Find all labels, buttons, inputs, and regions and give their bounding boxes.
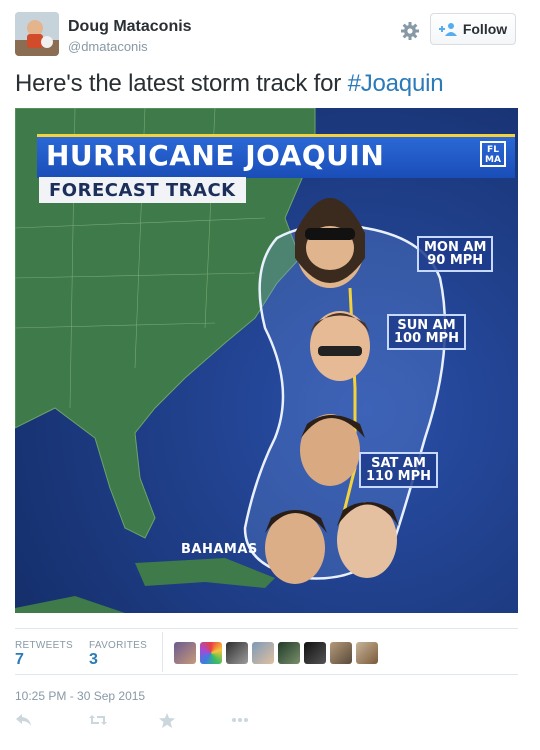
graphic-title: HURRICANE JOAQUIN	[46, 139, 385, 172]
favorite-star-icon[interactable]	[159, 713, 175, 733]
favoriter-avatar[interactable]	[200, 642, 222, 664]
follow-button-label: Follow	[462, 21, 508, 37]
retweets-label: RETWEETS	[15, 640, 73, 651]
favoriters-avatars	[174, 642, 378, 664]
favoriter-avatar[interactable]	[330, 642, 352, 664]
reply-icon[interactable]	[15, 713, 33, 732]
bahamas-label: BAHAMAS	[181, 542, 258, 557]
forecast-label-mon-speed: 90 MPH	[427, 253, 484, 268]
avatar-image	[15, 12, 59, 56]
divider-top	[15, 628, 518, 629]
favorites-count[interactable]: 3	[89, 651, 98, 669]
forecast-label-sun: SUN AM 100 MPH	[387, 314, 467, 350]
user-name[interactable]: Doug Mataconis	[68, 18, 192, 36]
favoriter-avatar[interactable]	[278, 642, 300, 664]
gear-icon[interactable]	[398, 19, 422, 43]
forecast-label-sat-speed: 110 MPH	[366, 469, 432, 484]
retweets-count[interactable]: 7	[15, 651, 24, 669]
forecast-label-sun-speed: 100 MPH	[394, 331, 460, 346]
tweet-image[interactable]: HURRICANE JOAQUIN FL MA FORECAST TRACK M…	[15, 108, 518, 613]
tweet-text-body: Here's the latest storm track for	[15, 70, 348, 97]
forecast-label-mon: MON AM 90 MPH	[417, 236, 494, 272]
favorites-label: FAVORITES	[89, 640, 148, 651]
user-handle[interactable]: @dmataconis	[68, 39, 148, 54]
stats-separator	[162, 632, 163, 672]
forecast-label-sat: SAT AM 110 MPH	[359, 452, 439, 488]
follow-button[interactable]: Follow	[430, 13, 516, 45]
avatar[interactable]	[15, 12, 59, 56]
follow-user-plus-icon	[438, 23, 457, 36]
retweet-icon[interactable]	[88, 713, 108, 732]
favoriter-avatar[interactable]	[304, 642, 326, 664]
hashtag-link[interactable]: #Joaquin	[348, 70, 444, 97]
graphic-subtitle-box: FORECAST TRACK	[39, 177, 246, 203]
more-dots-icon[interactable]	[231, 713, 249, 732]
graphic-subtitle: FORECAST TRACK	[49, 179, 236, 201]
tweet-timestamp[interactable]: 10:25 PM - 30 Sep 2015	[15, 689, 145, 703]
divider-bottom	[15, 674, 518, 675]
favoriter-avatar[interactable]	[226, 642, 248, 664]
tweet-text: Here's the latest storm track for #Joaqu…	[15, 70, 444, 98]
favoriter-avatar[interactable]	[252, 642, 274, 664]
favoriter-avatar[interactable]	[356, 642, 378, 664]
station-logo: FL MA	[480, 141, 506, 167]
favoriter-avatar[interactable]	[174, 642, 196, 664]
